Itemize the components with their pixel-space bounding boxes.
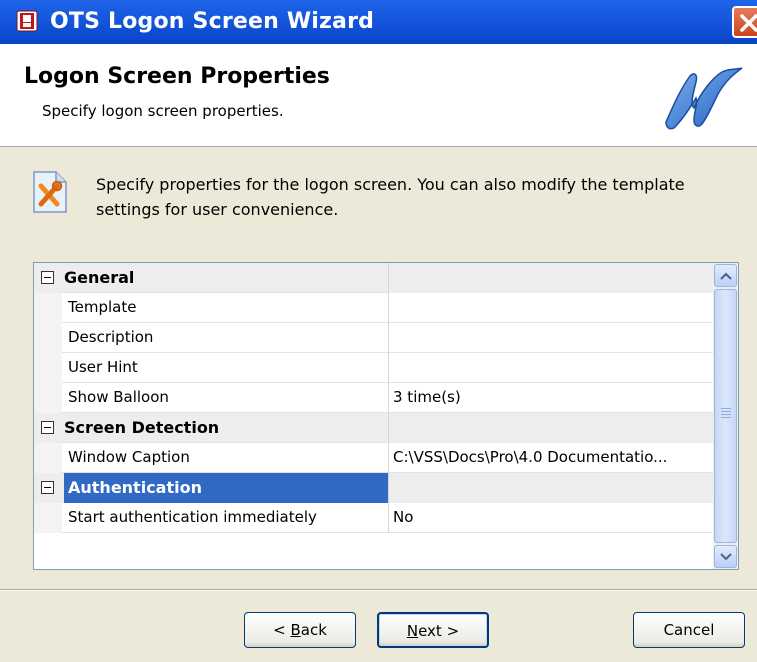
page-subtitle: Specify logon screen properties. (42, 102, 284, 120)
collapse-icon[interactable] (41, 271, 54, 284)
property-value[interactable]: No (393, 503, 711, 533)
property-row-show-balloon[interactable]: Show Balloon 3 time(s) (34, 383, 713, 413)
category-screen-detection[interactable]: Screen Detection (34, 413, 713, 443)
vertical-scrollbar[interactable] (713, 263, 738, 569)
wizard-window: OTS Logon Screen Wizard Logon Screen Pro… (0, 0, 757, 662)
property-value[interactable] (393, 293, 711, 323)
property-row-window-caption[interactable]: Window Caption C:\VSS\Docs\Pro\4.0 Docum… (34, 443, 713, 473)
close-button[interactable] (732, 6, 757, 38)
chevron-up-icon (720, 272, 732, 280)
app-icon (16, 10, 38, 32)
property-grid[interactable]: General Template Description User Hint S… (33, 262, 739, 570)
wizard-header: Logon Screen Properties Specify logon sc… (0, 44, 757, 147)
collapse-icon[interactable] (41, 421, 54, 434)
collapse-icon[interactable] (41, 481, 54, 494)
category-label: Screen Detection (64, 418, 220, 437)
info-description: Specify properties for the logon screen.… (96, 175, 685, 219)
property-value[interactable]: C:\VSS\Docs\Pro\4.0 Documentatio... (393, 443, 711, 473)
property-row-description[interactable]: Description (34, 323, 713, 353)
title-bar[interactable]: OTS Logon Screen Wizard (0, 0, 757, 44)
window-title: OTS Logon Screen Wizard (50, 9, 375, 34)
scroll-up-button[interactable] (714, 264, 737, 287)
category-authentication[interactable]: Authentication (34, 473, 713, 503)
category-label: Authentication (64, 473, 388, 503)
next-button[interactable]: Next > (377, 612, 489, 648)
property-name: Template (68, 298, 137, 316)
chevron-down-icon (720, 553, 732, 561)
property-value[interactable]: 3 time(s) (393, 383, 711, 413)
category-label: General (64, 268, 135, 287)
settings-tools-icon (33, 171, 67, 213)
property-name: Window Caption (68, 448, 190, 466)
scroll-thumb[interactable] (714, 289, 737, 543)
brand-logo-icon (665, 67, 743, 130)
page-title: Logon Screen Properties (24, 64, 330, 89)
back-button[interactable]: < Back (244, 612, 356, 648)
property-name: User Hint (68, 358, 138, 376)
property-row-start-authentication[interactable]: Start authentication immediately No (34, 503, 713, 533)
property-name: Start authentication immediately (68, 508, 317, 526)
property-value[interactable] (393, 353, 711, 383)
property-value[interactable] (393, 323, 711, 353)
scroll-down-button[interactable] (714, 545, 737, 568)
property-name: Show Balloon (68, 388, 169, 406)
property-row-user-hint[interactable]: User Hint (34, 353, 713, 383)
property-name: Description (68, 328, 154, 346)
close-icon (740, 14, 757, 32)
footer-divider (0, 589, 757, 591)
category-general[interactable]: General (34, 263, 713, 293)
property-row-template[interactable]: Template (34, 293, 713, 323)
cancel-button[interactable]: Cancel (633, 612, 745, 648)
